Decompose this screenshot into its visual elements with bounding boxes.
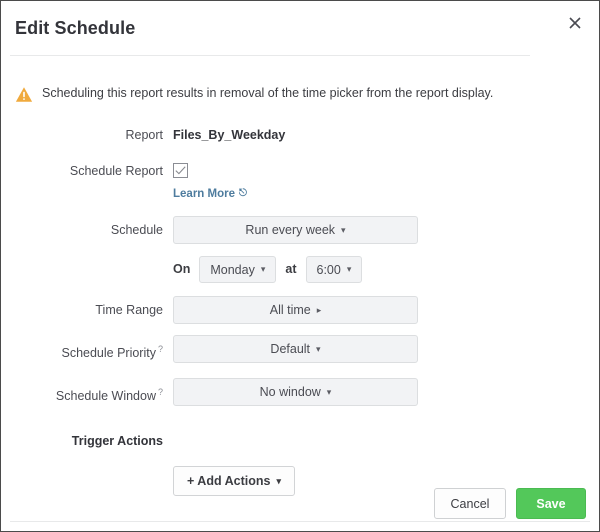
help-icon[interactable]: ? xyxy=(158,387,163,397)
row-trigger-actions: Trigger Actions xyxy=(1,432,600,450)
row-schedule-window: Schedule Window? No window ▾ xyxy=(1,378,600,410)
schedule-report-checkbox[interactable] xyxy=(173,163,188,178)
label-schedule-report: Schedule Report xyxy=(1,162,173,180)
warning-message: Scheduling this report results in remova… xyxy=(42,85,493,102)
close-glyph xyxy=(569,17,581,29)
schedule-frequency-value: Run every week xyxy=(245,223,335,237)
on-at-group: On Monday ▾ at 6:00 ▾ xyxy=(173,256,600,283)
field-schedule-priority: Default ▾ xyxy=(173,335,600,363)
field-schedule-window: No window ▾ xyxy=(173,378,600,406)
header-divider xyxy=(10,55,530,56)
label-schedule-window-text: Schedule Window xyxy=(56,389,156,403)
label-trigger-actions: Trigger Actions xyxy=(1,432,173,450)
schedule-day-value: Monday xyxy=(210,263,254,277)
dialog-title: Edit Schedule xyxy=(15,18,135,39)
footer-buttons: Cancel Save xyxy=(434,488,586,519)
time-range-dropdown[interactable]: All time ▸ xyxy=(173,296,418,324)
label-schedule-priority-text: Schedule Priority xyxy=(61,346,156,360)
schedule-window-dropdown[interactable]: No window ▾ xyxy=(173,378,418,406)
label-report: Report xyxy=(1,126,173,144)
warning-triangle-icon xyxy=(15,86,33,103)
at-label: at xyxy=(285,256,296,283)
row-time-range: Time Range All time ▸ xyxy=(1,296,600,324)
report-name-value: Files_By_Weekday xyxy=(173,126,600,144)
schedule-window-value: No window xyxy=(260,385,321,399)
field-schedule-report: Learn More ⎋ xyxy=(173,162,600,202)
row-schedule-report: Schedule Report Learn More ⎋ xyxy=(1,162,600,202)
label-schedule-window: Schedule Window? xyxy=(1,378,173,410)
row-report: Report Files_By_Weekday xyxy=(1,126,600,144)
chevron-down-icon: ▾ xyxy=(341,226,346,235)
row-schedule-priority: Schedule Priority? Default ▾ xyxy=(1,335,600,367)
external-link-icon: ⎋ xyxy=(239,189,247,199)
chevron-right-icon: ▸ xyxy=(317,306,322,315)
row-on-at: On Monday ▾ at 6:00 ▾ xyxy=(1,256,600,283)
label-time-range: Time Range xyxy=(1,296,173,324)
save-button[interactable]: Save xyxy=(516,488,586,519)
close-icon[interactable] xyxy=(564,12,586,34)
dialog-footer: Cancel Save xyxy=(1,476,599,531)
help-icon[interactable]: ? xyxy=(158,344,163,354)
chevron-down-icon: ▾ xyxy=(347,265,352,274)
footer-divider xyxy=(10,521,590,522)
chevron-down-icon: ▾ xyxy=(261,265,266,274)
field-time-range: All time ▸ xyxy=(173,296,600,324)
learn-more-label: Learn More xyxy=(173,188,235,200)
field-schedule: Run every week ▾ xyxy=(173,216,600,244)
schedule-priority-value: Default xyxy=(270,342,310,356)
schedule-form: Report Files_By_Weekday Schedule Report … xyxy=(1,126,600,496)
learn-more-link[interactable]: Learn More ⎋ xyxy=(173,188,247,200)
cancel-button[interactable]: Cancel xyxy=(434,488,506,519)
field-on-at: On Monday ▾ at 6:00 ▾ xyxy=(173,256,600,283)
chevron-down-icon: ▾ xyxy=(327,388,332,397)
label-schedule-priority: Schedule Priority? xyxy=(1,335,173,367)
on-label: On xyxy=(173,256,190,283)
time-range-value: All time xyxy=(270,303,311,317)
schedule-priority-dropdown[interactable]: Default ▾ xyxy=(173,335,418,363)
edit-schedule-dialog: Edit Schedule Scheduling this report res… xyxy=(0,0,600,532)
warning-banner: Scheduling this report results in remova… xyxy=(15,85,493,103)
schedule-frequency-dropdown[interactable]: Run every week ▾ xyxy=(173,216,418,244)
chevron-down-icon: ▾ xyxy=(316,345,321,354)
schedule-time-dropdown[interactable]: 6:00 ▾ xyxy=(306,256,363,283)
field-report: Files_By_Weekday xyxy=(173,126,600,144)
row-schedule: Schedule Run every week ▾ xyxy=(1,216,600,244)
checkmark-icon xyxy=(175,166,186,175)
schedule-time-value: 6:00 xyxy=(317,263,341,277)
dialog-header: Edit Schedule xyxy=(1,1,599,55)
label-schedule: Schedule xyxy=(1,216,173,244)
schedule-day-dropdown[interactable]: Monday ▾ xyxy=(199,256,276,283)
